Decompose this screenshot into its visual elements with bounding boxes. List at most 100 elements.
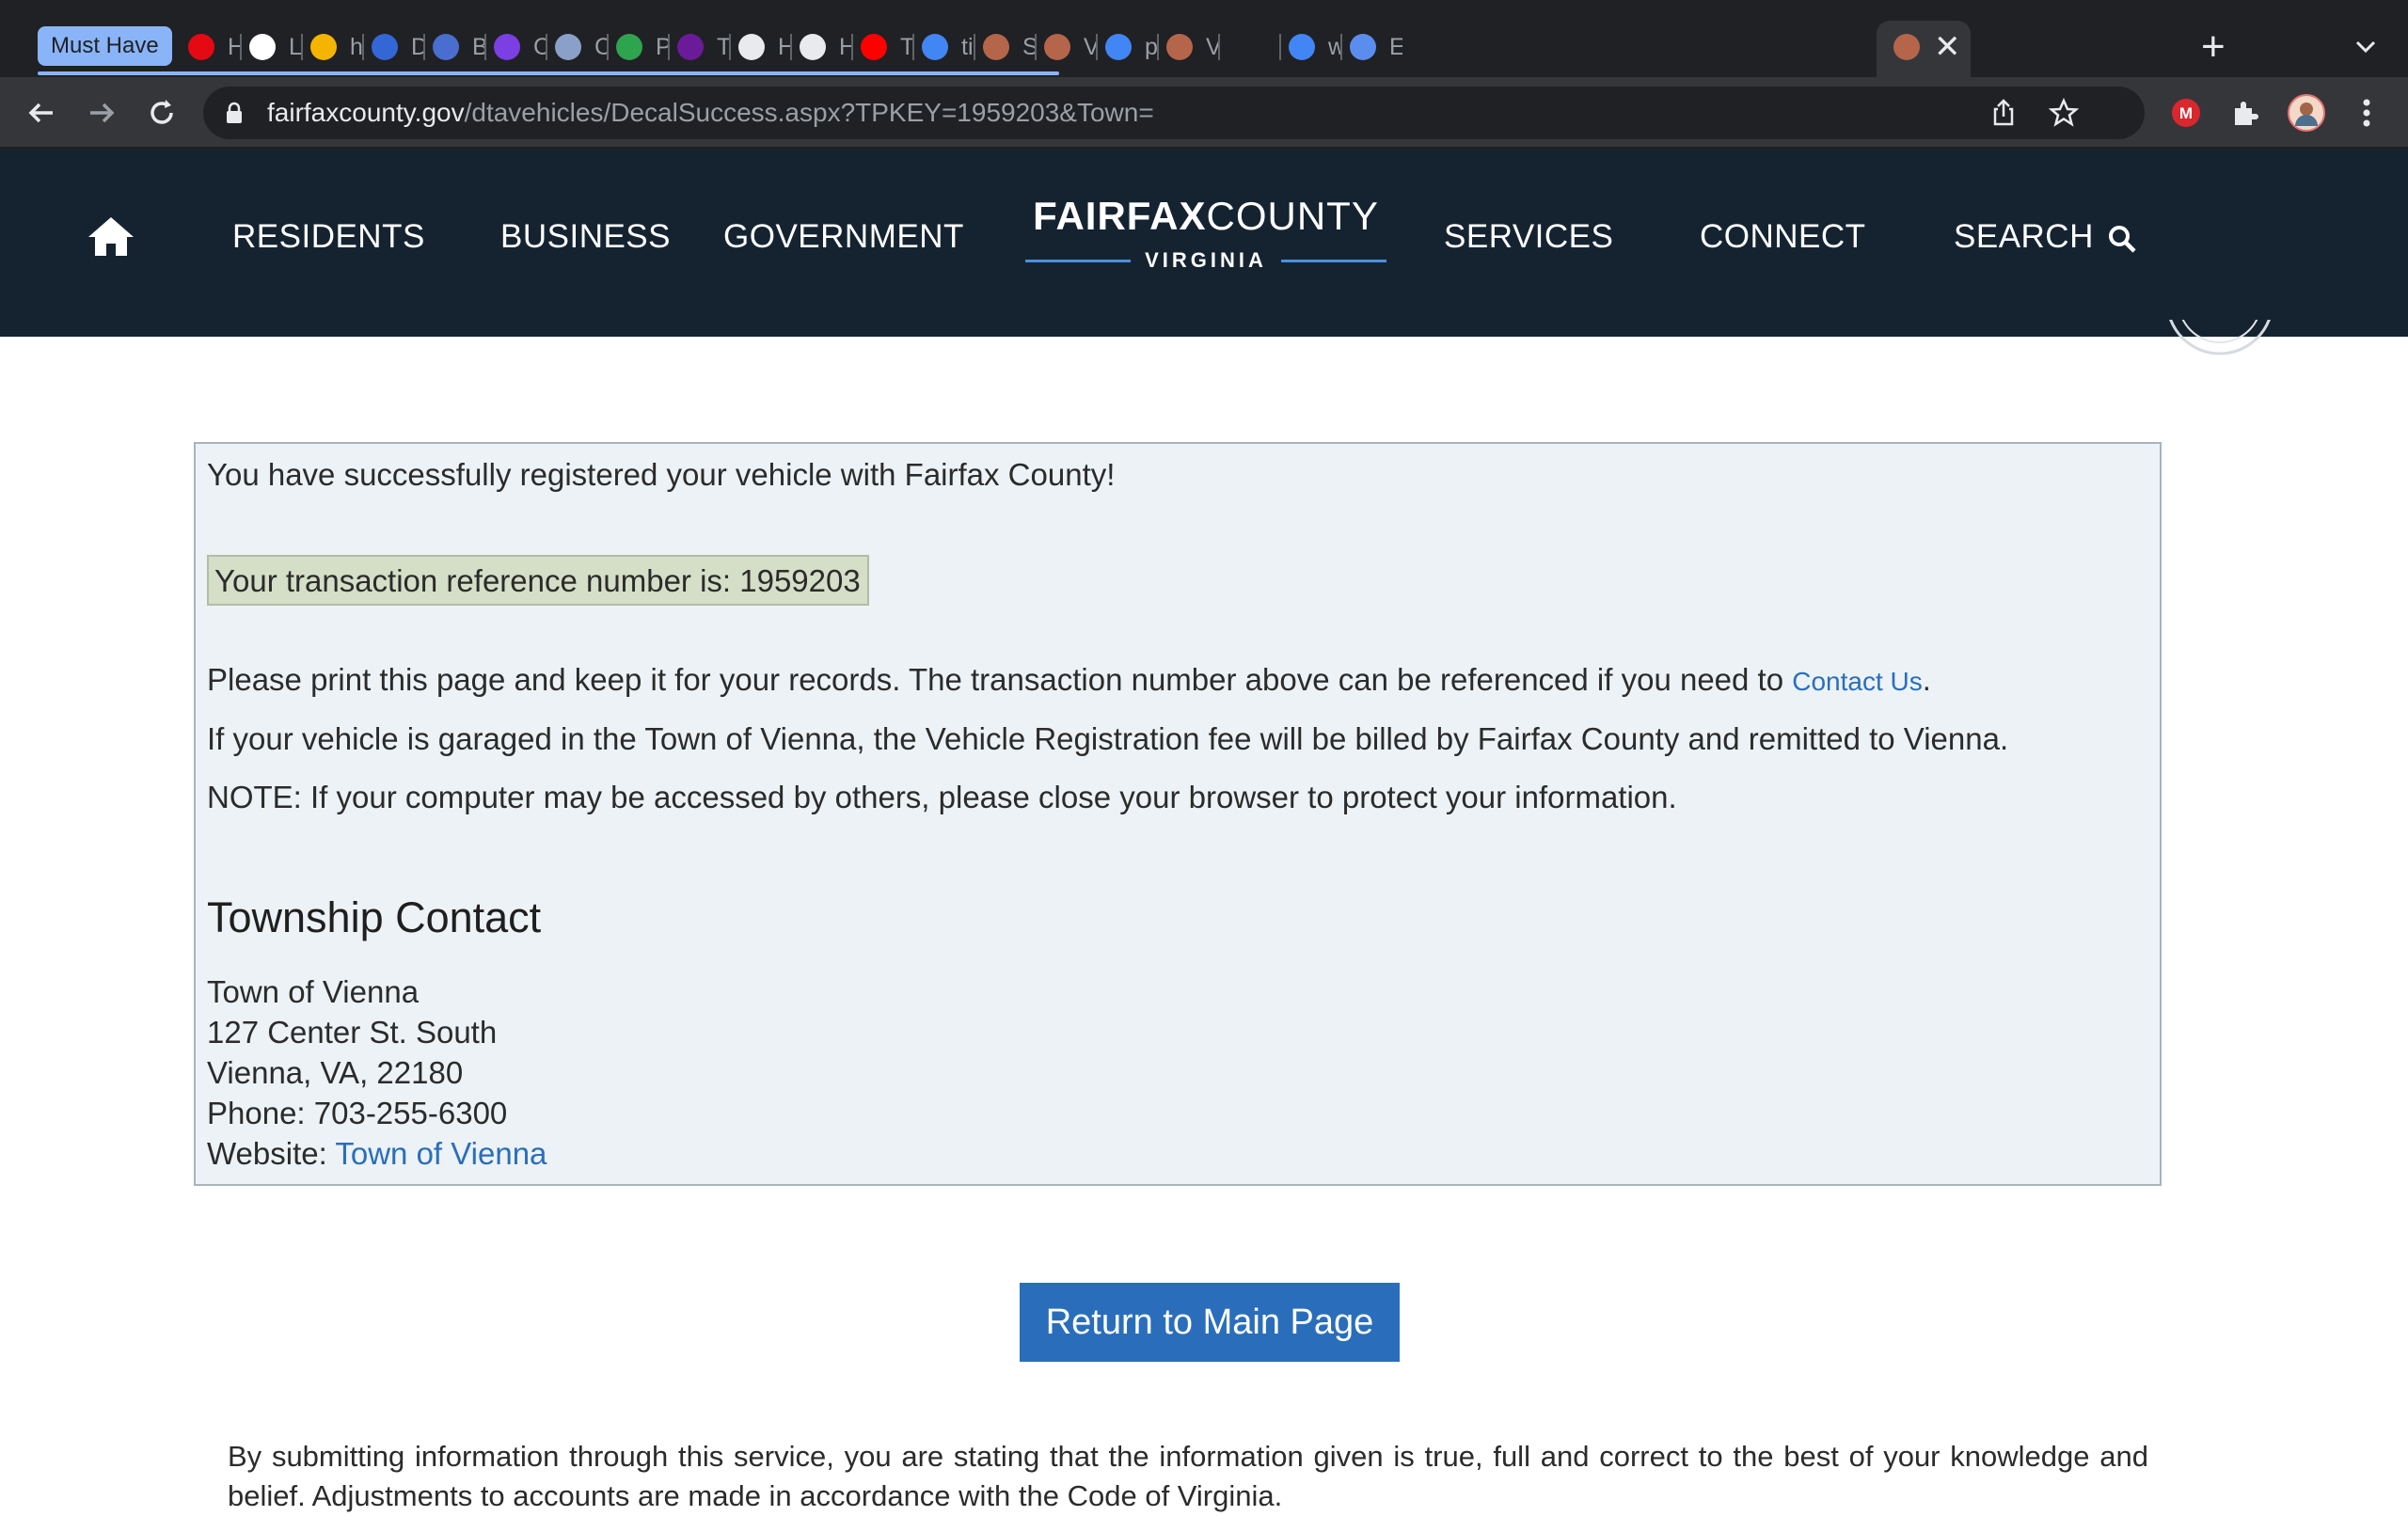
- tab-separator: [1340, 34, 1342, 60]
- tab-separator: [1279, 34, 1281, 60]
- township-city: Vienna, VA, 22180: [207, 1055, 464, 1090]
- browser-tab-label: tit: [961, 33, 974, 60]
- google-icon: [922, 34, 948, 60]
- browser-tab[interactable]: we: [1289, 28, 1341, 66]
- browser-tab-label: Ho: [228, 33, 241, 60]
- tab-separator: [729, 34, 731, 60]
- search-icon: [2109, 225, 2136, 253]
- new-tab-icon[interactable]: +: [2201, 23, 2226, 71]
- nav-services[interactable]: SERVICES: [1444, 218, 1613, 256]
- county-seal-icon: [1166, 34, 1193, 60]
- browser-tab[interactable]: Ho: [738, 28, 791, 66]
- share-icon[interactable]: [1988, 98, 2019, 128]
- county-seal-icon: [1893, 34, 1920, 60]
- tab-separator: [668, 34, 670, 60]
- url-text[interactable]: fairfaxcounty.gov/dtavehicles/DecalSucce…: [267, 87, 1154, 139]
- browser-menu-icon[interactable]: [2346, 92, 2387, 134]
- back-icon[interactable]: [19, 90, 64, 135]
- tab-separator: [240, 34, 242, 60]
- reference-number-box: Your transaction reference number is: 19…: [207, 555, 869, 606]
- tab-separator: [484, 34, 486, 60]
- browser-tab-strip: Must Have Ho Lo htt Dc Blu Cc Cit Py To Ho HT Tit ti…: [0, 0, 2408, 77]
- reload-icon[interactable]: [139, 90, 184, 135]
- browser-tab[interactable]: Cc: [494, 28, 547, 66]
- stripes-icon: [372, 34, 398, 60]
- nav-business[interactable]: BUSINESS: [500, 218, 671, 256]
- mega-extension-icon[interactable]: M: [2165, 92, 2207, 134]
- tab-separator: [1218, 34, 1220, 60]
- browser-tab[interactable]: Ve: [1166, 28, 1219, 66]
- browser-tab-label: Cit: [594, 33, 608, 60]
- contact-us-link[interactable]: Contact Us: [1792, 667, 1923, 696]
- browser-tab[interactable]: tit: [922, 28, 974, 66]
- browser-tab[interactable]: EV: [1350, 28, 1402, 66]
- tab-group-label[interactable]: Must Have: [38, 26, 172, 66]
- browser-tab-label: we: [1328, 33, 1341, 60]
- return-to-main-page-button[interactable]: Return to Main Page: [1020, 1283, 1400, 1362]
- browser-tab-label: Blu: [472, 33, 485, 60]
- browser-tab[interactable]: Dc: [372, 28, 424, 66]
- confirmation-panel: You have successfully registered your ve…: [194, 442, 2162, 1186]
- browser-tab-label: Py: [656, 33, 669, 60]
- profile-avatar-icon[interactable]: [2286, 92, 2327, 134]
- town-of-vienna-link[interactable]: Town of Vienna: [335, 1136, 547, 1171]
- chrome-ring-icon: [310, 34, 337, 60]
- tab-separator: [1096, 34, 1098, 60]
- forward-icon[interactable]: [79, 90, 124, 135]
- tab-group-underline: [38, 71, 1059, 75]
- browser-tab[interactable]: Lo: [249, 28, 302, 66]
- browser-tab-label: Dc: [411, 33, 424, 60]
- browser-tab[interactable]: htt: [310, 28, 363, 66]
- tab-separator: [912, 34, 914, 60]
- security-note: NOTE: If your computer may be accessed b…: [207, 780, 1677, 814]
- browser-toolbar: fairfaxcounty.gov/dtavehicles/DecalSucce…: [0, 77, 2408, 149]
- nav-search[interactable]: SEARCH: [1954, 218, 2137, 256]
- extensions-puzzle-icon[interactable]: [2226, 92, 2267, 134]
- google-icon: [1289, 34, 1315, 60]
- browser-tab-label: Tit: [900, 33, 913, 60]
- close-tab-icon[interactable]: ✕: [1934, 28, 1961, 66]
- browser-tab-label: htt: [350, 33, 363, 60]
- township-name: Town of Vienna: [207, 974, 420, 1009]
- url-path: /dtavehicles/DecalSuccess.aspx?TPKEY=195…: [464, 98, 1154, 127]
- browser-tab[interactable]: To: [677, 28, 730, 66]
- medium-icon: [249, 34, 276, 60]
- browser-tab-label: HT: [839, 33, 852, 60]
- nav-connect[interactable]: CONNECT: [1700, 218, 1866, 256]
- browser-tab[interactable]: Ho: [188, 28, 241, 66]
- tab-search-chevron-icon[interactable]: [2352, 32, 2380, 60]
- globe-icon: [433, 34, 459, 60]
- doc-face-icon: [800, 34, 826, 60]
- bookmark-star-icon[interactable]: [2049, 98, 2079, 128]
- logo-wordmark: FAIRFAXCOUNTY: [1033, 194, 1379, 238]
- township-street: 127 Center St. South: [207, 1015, 498, 1050]
- browser-tab[interactable]: Cit: [555, 28, 608, 66]
- youtube-icon: [861, 34, 887, 60]
- browser-tab[interactable]: Ve: [1044, 28, 1097, 66]
- home-icon[interactable]: [87, 214, 135, 258]
- browser-tab[interactable]: pr: [1105, 28, 1158, 66]
- fairfax-county-logo[interactable]: FAIRFAXCOUNTY VIRGINIA: [1025, 194, 1386, 275]
- tab-separator: [607, 34, 609, 60]
- logo-subtitle: VIRGINIA: [1025, 248, 1386, 275]
- svg-text:M: M: [2179, 104, 2193, 122]
- county-seal-icon: [1044, 34, 1070, 60]
- nav-government[interactable]: GOVERNMENT: [723, 218, 964, 256]
- reference-number-text: Your transaction reference number is: 19…: [214, 563, 861, 598]
- vienna-note: If your vehicle is garaged in the Town o…: [207, 721, 2009, 756]
- address-bar[interactable]: fairfaxcounty.gov/dtavehicles/DecalSucce…: [203, 87, 2145, 139]
- w-icon: [616, 34, 642, 60]
- nav-residents[interactable]: RESIDENTS: [232, 218, 425, 256]
- tab-separator: [851, 34, 853, 60]
- browser-tab-label: pr: [1145, 33, 1158, 60]
- township-contact-heading: Township Contact: [207, 893, 542, 941]
- browser-tab[interactable]: Se: [983, 28, 1036, 66]
- site-header: RESIDENTS BUSINESS GOVERNMENT FAIRFAXCOU…: [0, 149, 2408, 337]
- township-phone: Phone: 703-255-6300: [207, 1096, 508, 1130]
- tab-separator: [974, 34, 975, 60]
- browser-tab-label: Ve: [1084, 33, 1097, 60]
- browser-tab[interactable]: Blu: [433, 28, 485, 66]
- browser-tab[interactable]: HT: [800, 28, 852, 66]
- browser-tab[interactable]: Tit: [861, 28, 913, 66]
- browser-tab[interactable]: Py: [616, 28, 669, 66]
